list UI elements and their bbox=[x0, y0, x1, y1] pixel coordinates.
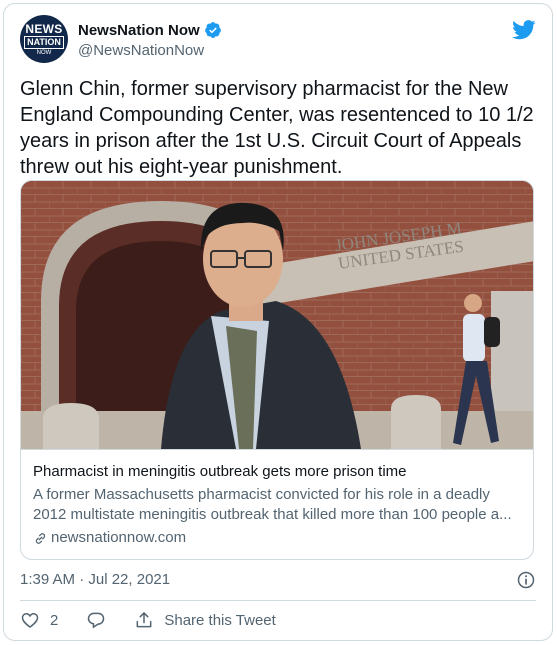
info-icon[interactable] bbox=[516, 570, 536, 590]
verified-badge-icon bbox=[204, 22, 221, 38]
link-description: A former Massachusetts pharmacist convic… bbox=[33, 486, 512, 523]
avatar-text-now: NOW bbox=[36, 49, 52, 56]
link-title[interactable]: Pharmacist in meningitis outbreak gets m… bbox=[33, 462, 523, 482]
link-domain-text: newsnationnow.com bbox=[51, 529, 187, 546]
article-photo[interactable]: JOHN JOSEPH M UNITED STATES bbox=[21, 181, 534, 449]
share-label: Share this Tweet bbox=[164, 611, 276, 629]
twitter-logo-icon[interactable] bbox=[512, 20, 536, 40]
like-count: 2 bbox=[50, 611, 59, 629]
link-icon bbox=[35, 532, 46, 544]
share-button[interactable]: Share this Tweet bbox=[134, 610, 276, 630]
share-icon bbox=[136, 612, 152, 628]
like-button[interactable]: 2 bbox=[20, 610, 58, 630]
heart-icon bbox=[21, 612, 39, 629]
display-name[interactable]: NewsNation Now bbox=[78, 22, 200, 39]
author-names: NewsNation Now @NewsNationNow bbox=[78, 20, 222, 59]
tweet-header: NEWS NATION NOW NewsNation Now @NewsNati… bbox=[20, 14, 538, 64]
handle[interactable]: @NewsNationNow bbox=[78, 42, 222, 59]
avatar-text-nation: NATION bbox=[24, 35, 64, 49]
link-preview-meta[interactable]: Pharmacist in meningitis outbreak gets m… bbox=[21, 449, 533, 559]
tweet-text: Glenn Chin, former supervisory pharmacis… bbox=[20, 78, 534, 178]
reply-button[interactable] bbox=[86, 610, 106, 630]
tweet-card[interactable]: NEWS NATION NOW NewsNation Now @NewsNati… bbox=[3, 3, 553, 641]
tweet-actions: 2 Share this Tweet bbox=[20, 608, 276, 632]
tweet-timestamp[interactable]: 1:39 AM · Jul 22, 2021 bbox=[20, 570, 170, 590]
avatar[interactable]: NEWS NATION NOW bbox=[20, 15, 68, 63]
link-domain[interactable]: newsnationnow.com bbox=[33, 528, 523, 548]
link-preview-card[interactable]: JOHN JOSEPH M UNITED STATES Pharmacist i… bbox=[20, 180, 534, 560]
reply-icon bbox=[88, 612, 105, 629]
divider bbox=[20, 600, 536, 601]
avatar-text-news: NEWS bbox=[25, 21, 63, 36]
